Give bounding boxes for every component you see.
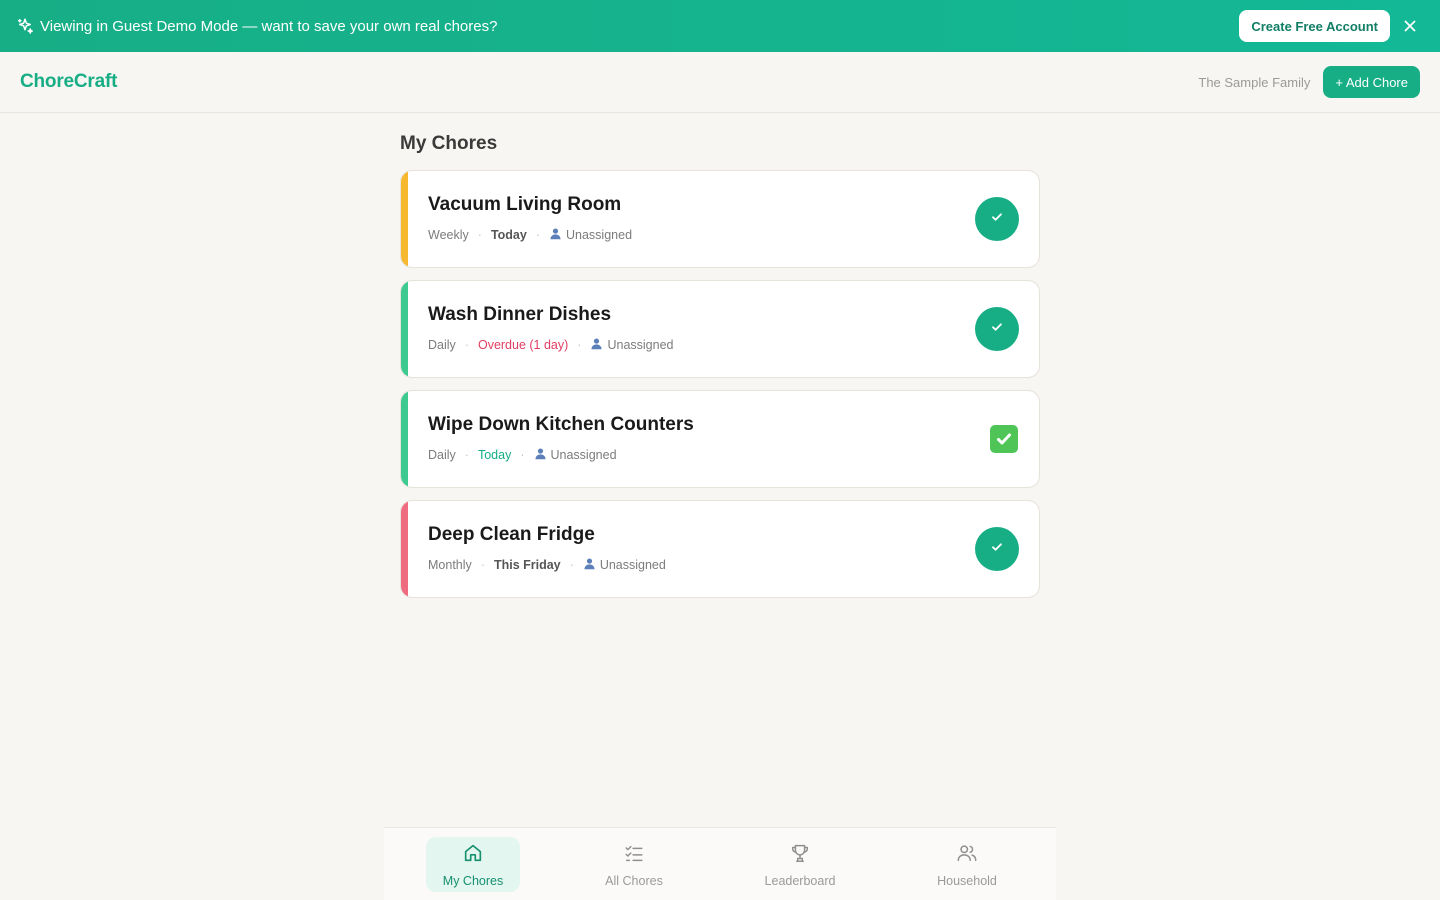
chore-due: This Friday — [493, 558, 561, 572]
person-icon — [534, 447, 547, 463]
chore-accent-bar — [401, 171, 408, 267]
chore-accent-bar — [401, 281, 408, 377]
chore-card[interactable]: Vacuum Living Room Weekly · Today · Unassigne… — [400, 170, 1040, 268]
chore-due: Overdue (1 day) — [477, 338, 569, 352]
check-icon — [990, 210, 1004, 229]
separator-dot: · — [480, 558, 485, 572]
demo-mode-banner: Viewing in Guest Demo Mode — want to sav… — [0, 0, 1440, 52]
complete-chore-button[interactable] — [975, 197, 1019, 241]
person-icon — [583, 557, 596, 573]
chore-assignee: Unassigned — [550, 448, 617, 462]
close-icon[interactable] — [1402, 18, 1418, 34]
chore-accent-bar — [401, 501, 408, 597]
add-chore-button[interactable]: + Add Chore — [1323, 66, 1420, 98]
chore-frequency: Daily — [428, 338, 456, 352]
check-icon — [990, 540, 1004, 559]
person-icon — [590, 337, 603, 353]
check-icon — [990, 320, 1004, 339]
chore-meta: Monthly · This Friday · Unassigned — [428, 557, 666, 573]
chore-frequency: Monthly — [428, 558, 472, 572]
nav-label: My Chores — [442, 873, 504, 888]
chore-frequency: Daily — [428, 448, 456, 462]
chore-meta: Daily · Today · Unassigned — [428, 447, 617, 463]
completed-check-icon — [990, 425, 1018, 453]
nav-household[interactable]: Household — [924, 837, 1010, 892]
nav-all-chores[interactable]: All Chores — [591, 837, 677, 892]
chore-frequency: Weekly — [428, 228, 469, 242]
checklist-icon — [623, 842, 645, 869]
chore-accent-bar — [401, 391, 408, 487]
chore-card[interactable]: Wipe Down Kitchen Counters Daily · Today · Un… — [400, 390, 1040, 488]
sparkle-icon — [16, 17, 34, 35]
separator-dot: · — [535, 228, 540, 242]
complete-chore-button[interactable] — [975, 527, 1019, 571]
create-account-button[interactable]: Create Free Account — [1239, 10, 1390, 42]
chore-assignee: Unassigned — [607, 338, 674, 352]
page-title: My Chores — [400, 133, 498, 154]
separator-dot: · — [477, 228, 482, 242]
trophy-icon — [789, 842, 811, 869]
chore-card[interactable]: Wash Dinner Dishes Daily · Overdue (1 day) ·… — [400, 280, 1040, 378]
chore-assignee: Unassigned — [566, 228, 633, 242]
brand-logo[interactable]: ChoreCraft — [20, 71, 117, 93]
bottom-nav: My Chores All Chores Leaderboard Househo… — [384, 827, 1056, 900]
main-content: My Chores Vacuum Living Room Weekly · Today… — [400, 113, 1040, 610]
home-icon — [462, 842, 484, 869]
banner-message: Viewing in Guest Demo Mode — want to sav… — [40, 17, 498, 35]
chore-title: Vacuum Living Room — [428, 194, 622, 215]
chore-due: Today — [477, 448, 512, 462]
chore-meta: Weekly · Today · Unassigned — [428, 227, 632, 243]
nav-label: All Chores — [605, 873, 663, 888]
complete-chore-button[interactable] — [975, 307, 1019, 351]
chore-assignee: Unassigned — [599, 558, 666, 572]
nav-label: Leaderboard — [764, 873, 836, 888]
separator-dot: · — [520, 448, 525, 462]
person-icon — [549, 227, 562, 243]
chore-due: Today — [490, 228, 527, 242]
chore-card[interactable]: Deep Clean Fridge Monthly · This Friday · Una… — [400, 500, 1040, 598]
chore-title: Wipe Down Kitchen Counters — [428, 414, 694, 435]
chore-title: Wash Dinner Dishes — [428, 304, 612, 325]
separator-dot: · — [577, 338, 582, 352]
chore-title: Deep Clean Fridge — [428, 524, 595, 545]
users-icon — [956, 842, 978, 869]
separator-dot: · — [569, 558, 574, 572]
chore-meta: Daily · Overdue (1 day) · Unassigned — [428, 337, 673, 353]
separator-dot: · — [464, 338, 469, 352]
nav-label: Household — [937, 873, 997, 888]
household-name: The Sample Family — [1198, 74, 1311, 90]
nav-leaderboard[interactable]: Leaderboard — [752, 837, 848, 892]
app-header: ChoreCraft The Sample Family + Add Chore — [0, 52, 1440, 113]
separator-dot: · — [464, 448, 469, 462]
nav-my-chores[interactable]: My Chores — [426, 837, 520, 892]
chore-list: Vacuum Living Room Weekly · Today · Unassigne… — [400, 170, 1040, 598]
